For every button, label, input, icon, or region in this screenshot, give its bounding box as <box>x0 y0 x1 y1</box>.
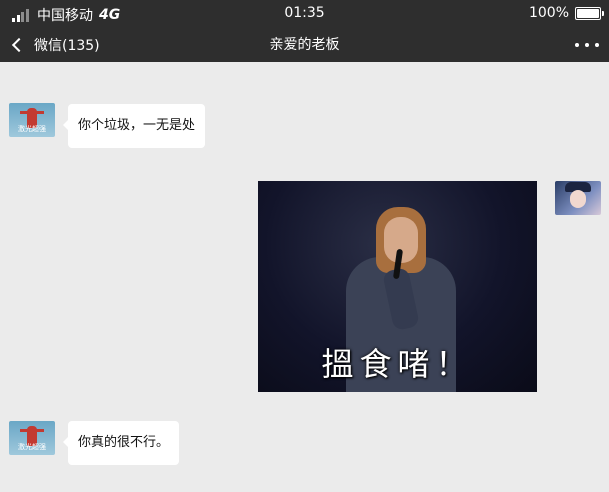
chat-header: 微信(135) 亲爱的老板 <box>0 28 609 62</box>
status-time: 01:35 <box>284 5 325 21</box>
chat-title: 亲爱的老板 <box>269 37 340 53</box>
avatar-caption: 激光超强 <box>18 125 46 133</box>
battery-percent: 100% <box>528 5 569 21</box>
message-bubble[interactable]: 你真的很不行。 <box>62 421 180 465</box>
battery-icon <box>575 6 604 20</box>
status-bar: 中国移动 4G 01:35 100% <box>0 0 609 28</box>
more-dot-icon <box>595 43 599 47</box>
status-right: 100% <box>528 5 604 21</box>
avatar-face <box>570 190 586 208</box>
more-dot-icon <box>575 43 579 47</box>
my-avatar[interactable] <box>555 181 601 215</box>
sticker-image[interactable]: 搵食啫！ <box>258 181 537 392</box>
message-bubble[interactable]: 你个垃圾，一无是处 <box>62 104 206 148</box>
more-dot-icon <box>585 43 589 47</box>
contact-avatar[interactable]: 激光超强 <box>9 103 55 137</box>
avatar-caption: 激光超强 <box>18 443 46 451</box>
sticker-caption: 搵食啫！ <box>321 345 474 383</box>
contact-avatar[interactable]: 激光超强 <box>9 421 55 455</box>
message-text: 你个垃圾，一无是处 <box>78 118 196 133</box>
more-button[interactable] <box>575 28 599 62</box>
message-text: 你真的很不行。 <box>78 435 170 450</box>
